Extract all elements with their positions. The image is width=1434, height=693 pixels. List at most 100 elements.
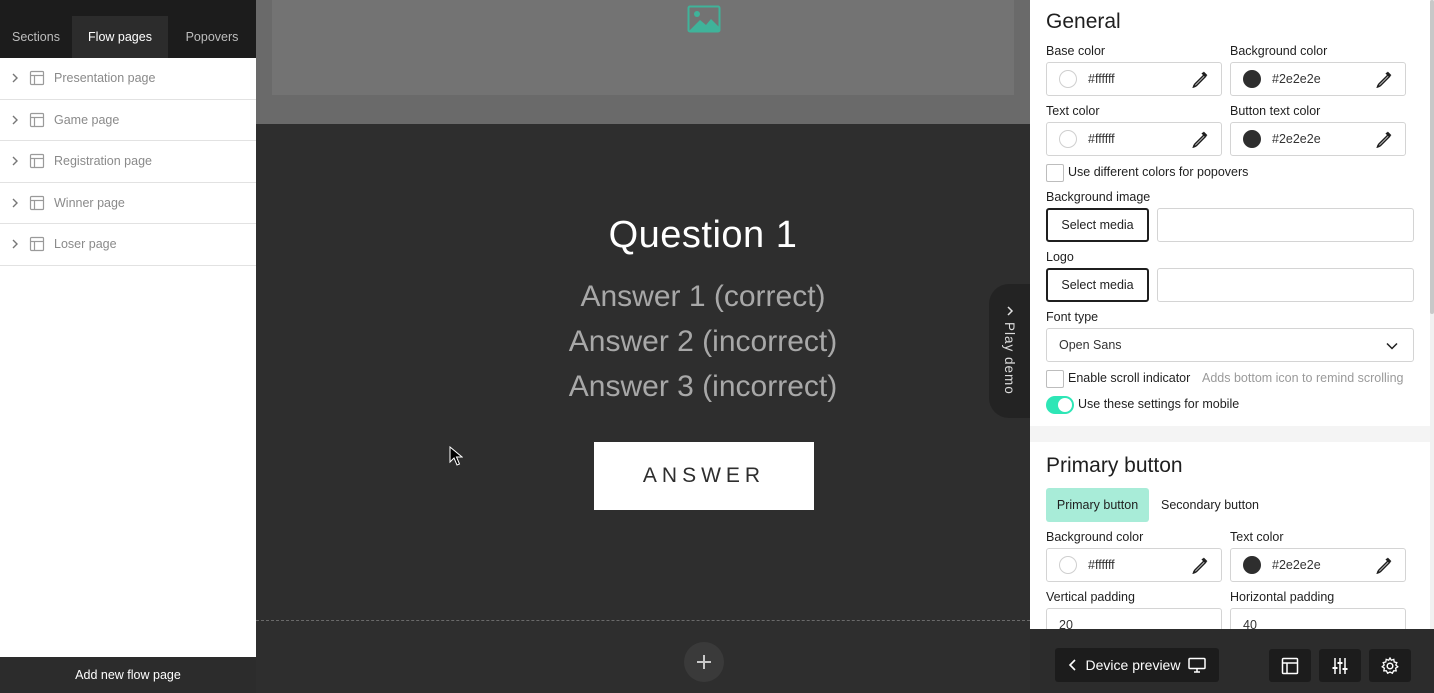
toggle-knob: [1058, 398, 1072, 412]
monitor-icon: [1188, 657, 1207, 673]
text-color-input[interactable]: #ffffff: [1046, 122, 1222, 156]
tab-flow-pages[interactable]: Flow pages: [72, 16, 168, 58]
scroll-indicator-checkbox[interactable]: [1046, 370, 1064, 388]
tab-secondary-button[interactable]: Secondary button: [1153, 488, 1267, 522]
background-image-field[interactable]: [1157, 208, 1414, 242]
button-background-color-input[interactable]: #ffffff: [1046, 548, 1222, 582]
scrollbar-thumb[interactable]: [1430, 0, 1434, 314]
logo-field[interactable]: [1157, 268, 1414, 302]
eyedropper-icon[interactable]: [1191, 130, 1209, 148]
vertical-padding-label: Vertical padding: [1046, 590, 1135, 604]
color-swatch: [1243, 556, 1261, 574]
scroll-indicator-label: Enable scroll indicator: [1068, 371, 1191, 385]
button-text-color-label: Button text color: [1230, 104, 1321, 118]
answer-option-1[interactable]: Answer 1 (correct): [256, 280, 1030, 314]
color-swatch: [1059, 556, 1077, 574]
horizontal-padding-input[interactable]: 40: [1230, 608, 1406, 629]
color-swatch: [1059, 130, 1077, 148]
vertical-padding-input[interactable]: 20: [1046, 608, 1222, 629]
mobile-settings-label: Use these settings for mobile: [1078, 397, 1240, 411]
background-image-select-media-button[interactable]: Select media: [1046, 208, 1149, 242]
layout-button[interactable]: [1269, 649, 1311, 682]
logo-select-media-button[interactable]: Select media: [1046, 268, 1149, 302]
section-divider: [256, 620, 1030, 621]
base-color-label: Base color: [1046, 44, 1106, 58]
settings-scroll-area[interactable]: General Base color #ffffff Background co…: [1030, 0, 1434, 629]
style-settings-button[interactable]: [1319, 649, 1361, 682]
page-item-loser[interactable]: Loser page: [0, 224, 256, 266]
eyedropper-icon[interactable]: [1375, 70, 1393, 88]
button-text-color-input[interactable]: #2e2e2e: [1230, 122, 1406, 156]
color-swatch: [1243, 130, 1261, 148]
text-color-label: Text color: [1046, 104, 1100, 118]
general-settings-card: General Base color #ffffff Background co…: [1030, 0, 1430, 426]
settings-scrollbar[interactable]: [1430, 0, 1434, 629]
general-title: General: [1046, 10, 1121, 33]
base-color-value: #ffffff: [1088, 72, 1115, 86]
button-text-color-input[interactable]: #2e2e2e: [1230, 548, 1406, 582]
eyedropper-icon[interactable]: [1191, 70, 1209, 88]
tab-sections[interactable]: Sections: [0, 16, 72, 58]
device-preview-button[interactable]: Device preview: [1055, 648, 1219, 682]
answer-option-2[interactable]: Answer 2 (incorrect): [256, 325, 1030, 359]
play-demo-tab[interactable]: Play demo: [989, 284, 1030, 418]
chevron-right-icon[interactable]: [9, 72, 21, 84]
chevron-right-icon[interactable]: [9, 114, 21, 126]
background-image-label: Background image: [1046, 190, 1151, 204]
sidebar-tabs: Sections Flow pages Popovers: [0, 16, 256, 58]
popover-colors-checkbox[interactable]: [1046, 164, 1064, 182]
button-text-color-value: #2e2e2e: [1272, 132, 1321, 146]
eyedropper-icon[interactable]: [1375, 130, 1393, 148]
chevron-left-icon: [1068, 659, 1076, 671]
color-swatch: [1243, 70, 1261, 88]
base-color-input[interactable]: #ffffff: [1046, 62, 1222, 96]
horizontal-padding-label: Horizontal padding: [1230, 590, 1335, 604]
page-layout-icon: [29, 112, 45, 127]
font-type-select[interactable]: Open Sans: [1046, 328, 1414, 362]
eyedropper-icon[interactable]: [1375, 556, 1393, 574]
plus-icon: [697, 655, 711, 669]
chevron-right-icon[interactable]: [9, 197, 21, 209]
page-layout-icon: [29, 237, 45, 252]
sidebar-top-strip: [0, 0, 256, 16]
sliders-icon: [1332, 657, 1348, 674]
flow-sidebar: Sections Flow pages Popovers Presentatio…: [0, 0, 256, 693]
page-layout-icon: [29, 71, 45, 86]
add-section-button[interactable]: [684, 642, 724, 682]
page-item-label: Loser page: [54, 237, 117, 252]
page-item-presentation[interactable]: Presentation page: [0, 58, 256, 100]
chevron-right-icon[interactable]: [9, 155, 21, 167]
font-type-label: Font type: [1046, 310, 1099, 324]
device-preview-label: Device preview: [1085, 657, 1181, 673]
settings-button[interactable]: [1369, 649, 1411, 682]
page-item-game[interactable]: Game page: [0, 100, 256, 141]
primary-button-title: Primary button: [1046, 454, 1183, 477]
page-item-winner[interactable]: Winner page: [0, 183, 256, 224]
chevron-right-icon[interactable]: [9, 238, 21, 250]
page-item-label: Presentation page: [54, 71, 156, 86]
font-type-value: Open Sans: [1059, 338, 1122, 352]
answer-button[interactable]: ANSWER: [594, 442, 814, 510]
page-layout-icon: [1281, 657, 1299, 674]
background-color-label: Background color: [1230, 44, 1328, 58]
eyedropper-icon[interactable]: [1191, 556, 1209, 574]
settings-panel: General Base color #ffffff Background co…: [1030, 0, 1434, 693]
mobile-settings-toggle[interactable]: [1046, 396, 1074, 414]
flow-pages-list: Presentation page Game page Registration…: [0, 58, 256, 266]
page-layout-icon: [29, 154, 45, 169]
play-demo-label: Play demo: [1002, 322, 1017, 395]
text-color-value: #ffffff: [1088, 132, 1115, 146]
question-title: Question 1: [608, 214, 798, 256]
page-layout-icon: [29, 195, 45, 210]
background-color-input[interactable]: #2e2e2e: [1230, 62, 1406, 96]
answer-option-3[interactable]: Answer 3 (incorrect): [256, 370, 1030, 404]
color-swatch: [1059, 70, 1077, 88]
gear-icon: [1381, 656, 1399, 674]
add-flow-page-button[interactable]: Add new flow page: [0, 657, 256, 693]
editor-canvas: Question 1 Answer 1 (correct) Answer 2 (…: [256, 0, 1030, 693]
previous-section-inner: [272, 0, 1014, 95]
previous-section[interactable]: [256, 0, 1030, 124]
page-item-registration[interactable]: Registration page: [0, 141, 256, 183]
tab-popovers[interactable]: Popovers: [168, 16, 256, 58]
tab-primary-button[interactable]: Primary button: [1046, 488, 1149, 522]
